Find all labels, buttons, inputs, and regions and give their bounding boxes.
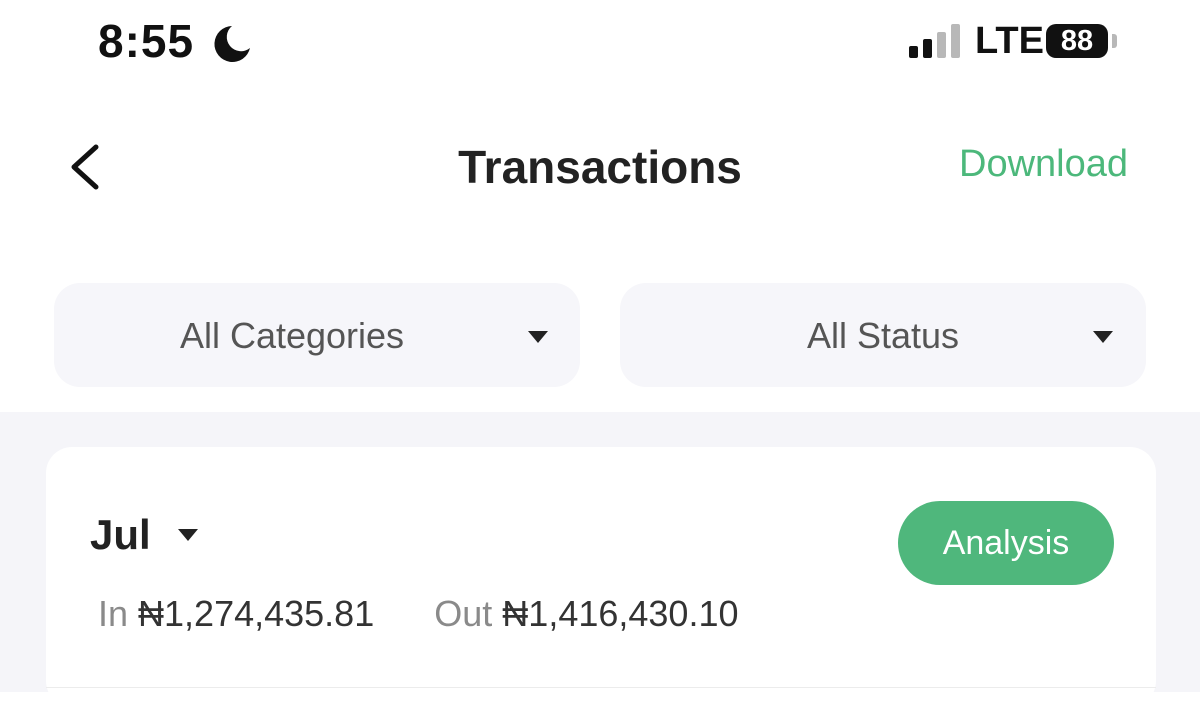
analysis-button[interactable]: Analysis: [898, 501, 1114, 585]
status-time: 8:55: [98, 15, 195, 67]
status-filter-dropdown[interactable]: All Status: [620, 283, 1146, 387]
caret-down-icon: [1093, 331, 1113, 343]
month-totals: In ₦1,274,435.81 Out ₦1,416,430.10: [98, 593, 739, 635]
signal-icon: [909, 24, 960, 58]
download-button[interactable]: Download: [959, 143, 1128, 186]
category-filter-label: All Categories: [179, 315, 405, 356]
network-label: LTE: [975, 20, 1044, 62]
moon-icon: [214, 26, 250, 62]
status-bar: 8:55 LTE 88: [0, 0, 1200, 90]
month-summary-card: Jul Analysis In ₦1,274,435.81 Out ₦1,416…: [46, 447, 1156, 707]
month-selector[interactable]: Jul: [90, 511, 151, 559]
out-label: Out: [434, 593, 503, 634]
battery-level: 88: [1060, 25, 1094, 57]
divider: [46, 687, 1156, 688]
battery-tip: [1112, 34, 1117, 48]
battery-icon: 88: [1046, 24, 1108, 58]
in-value: ₦1,274,435.81: [138, 593, 375, 634]
out-value: ₦1,416,430.10: [502, 593, 739, 634]
caret-down-icon[interactable]: [178, 529, 198, 541]
caret-down-icon: [528, 331, 548, 343]
status-filter-label: All Status: [806, 315, 960, 356]
category-filter-dropdown[interactable]: All Categories: [54, 283, 580, 387]
in-label: In: [98, 593, 139, 634]
